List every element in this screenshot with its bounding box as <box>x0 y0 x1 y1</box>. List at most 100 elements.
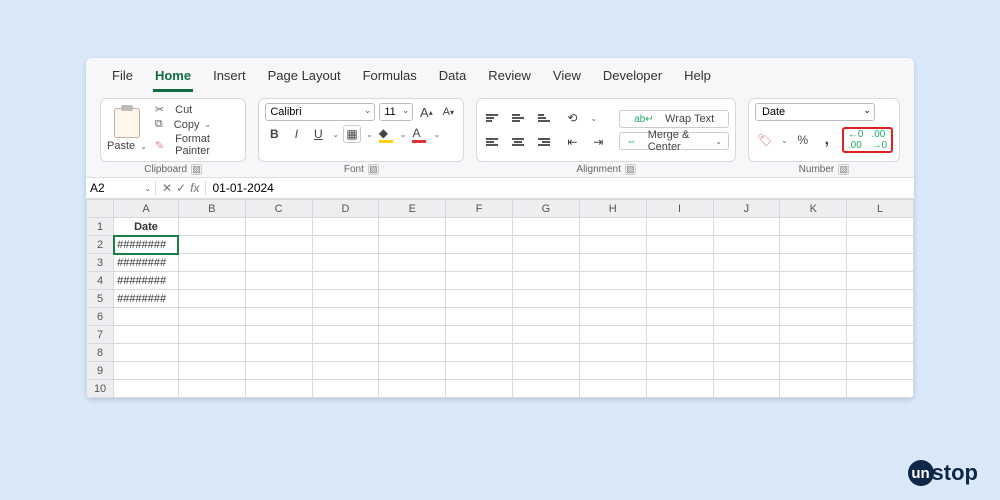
cell[interactable] <box>312 380 379 398</box>
cell[interactable] <box>245 218 312 236</box>
cell[interactable] <box>446 272 513 290</box>
cell[interactable] <box>780 218 847 236</box>
cell[interactable] <box>379 272 446 290</box>
tab-help[interactable]: Help <box>682 64 713 92</box>
col-header-F[interactable]: F <box>446 200 513 218</box>
cell[interactable] <box>713 362 780 380</box>
row-header[interactable]: 6 <box>87 308 114 326</box>
cell[interactable] <box>245 362 312 380</box>
cell[interactable] <box>312 236 379 254</box>
cell[interactable] <box>178 362 245 380</box>
cell[interactable] <box>646 380 713 398</box>
percent-icon[interactable]: % <box>794 131 812 149</box>
col-header-B[interactable]: B <box>178 200 245 218</box>
cell[interactable] <box>178 380 245 398</box>
align-middle-icon[interactable] <box>509 109 527 127</box>
cell[interactable] <box>245 326 312 344</box>
cell[interactable] <box>114 362 179 380</box>
cell[interactable] <box>646 344 713 362</box>
cell[interactable] <box>446 326 513 344</box>
cell[interactable] <box>713 218 780 236</box>
cell[interactable] <box>178 272 245 290</box>
worksheet-grid[interactable]: ABCDEFGHIJKL1Date2########3########4####… <box>86 199 914 398</box>
cell[interactable] <box>579 272 646 290</box>
align-bottom-icon[interactable] <box>535 109 553 127</box>
cell[interactable]: ######## <box>114 290 179 308</box>
fill-color-button[interactable]: ◆ <box>377 125 395 143</box>
decrease-decimal-icon[interactable]: .00→0 <box>869 131 889 149</box>
cell[interactable] <box>579 308 646 326</box>
cell[interactable] <box>446 290 513 308</box>
row-header[interactable]: 7 <box>87 326 114 344</box>
cell[interactable] <box>312 344 379 362</box>
cell[interactable] <box>713 326 780 344</box>
wrap-text-button[interactable]: ab↵ Wrap Text <box>619 110 729 128</box>
cell[interactable] <box>446 236 513 254</box>
paste-icon[interactable] <box>114 108 140 138</box>
orientation-icon[interactable]: ⟲ <box>563 109 581 127</box>
cell[interactable] <box>780 344 847 362</box>
row-header[interactable]: 2 <box>87 236 114 254</box>
cell[interactable] <box>579 290 646 308</box>
cell[interactable] <box>178 326 245 344</box>
cell[interactable] <box>379 236 446 254</box>
cell[interactable] <box>114 344 179 362</box>
cell[interactable] <box>646 362 713 380</box>
cell[interactable] <box>379 290 446 308</box>
cell[interactable] <box>114 326 179 344</box>
cell[interactable] <box>312 218 379 236</box>
cell[interactable] <box>847 236 914 254</box>
cell[interactable] <box>178 218 245 236</box>
cell[interactable] <box>312 272 379 290</box>
cell[interactable] <box>178 290 245 308</box>
row-header[interactable]: 3 <box>87 254 114 272</box>
cell[interactable] <box>780 380 847 398</box>
cell[interactable] <box>847 380 914 398</box>
select-all-corner[interactable] <box>87 200 114 218</box>
col-header-C[interactable]: C <box>245 200 312 218</box>
cell[interactable] <box>379 344 446 362</box>
borders-button[interactable]: ▦ <box>343 125 361 143</box>
alignment-launcher[interactable]: ▧ <box>625 164 636 175</box>
tab-developer[interactable]: Developer <box>601 64 664 92</box>
cell[interactable] <box>379 380 446 398</box>
cell[interactable] <box>780 362 847 380</box>
row-header[interactable]: 1 <box>87 218 114 236</box>
cell[interactable] <box>312 326 379 344</box>
align-center-icon[interactable] <box>509 133 527 151</box>
cell[interactable] <box>713 380 780 398</box>
align-top-icon[interactable] <box>483 109 501 127</box>
col-header-K[interactable]: K <box>780 200 847 218</box>
cell[interactable] <box>847 254 914 272</box>
cell[interactable] <box>312 362 379 380</box>
cell[interactable] <box>114 380 179 398</box>
col-header-L[interactable]: L <box>847 200 914 218</box>
cell[interactable] <box>713 254 780 272</box>
font-launcher[interactable]: ▧ <box>368 164 379 175</box>
cell[interactable] <box>379 218 446 236</box>
font-color-button[interactable]: A <box>410 125 428 143</box>
cell[interactable] <box>713 344 780 362</box>
cell[interactable] <box>646 218 713 236</box>
tab-home[interactable]: Home <box>153 64 193 92</box>
increase-indent-icon[interactable]: ⇥ <box>589 133 607 151</box>
cell[interactable] <box>446 218 513 236</box>
merge-center-button[interactable]: ⇔ Merge & Center⌄ <box>619 132 729 150</box>
cell[interactable] <box>646 272 713 290</box>
increase-decimal-icon[interactable]: ←0.00 <box>846 131 866 149</box>
cell[interactable] <box>847 326 914 344</box>
cell[interactable] <box>579 362 646 380</box>
cell[interactable] <box>513 326 580 344</box>
cell[interactable] <box>513 290 580 308</box>
cell[interactable] <box>780 254 847 272</box>
cell[interactable] <box>513 344 580 362</box>
cell[interactable] <box>579 380 646 398</box>
cell[interactable] <box>713 272 780 290</box>
cell[interactable] <box>579 236 646 254</box>
increase-font-icon[interactable]: A▴ <box>417 103 435 121</box>
cell[interactable]: Date <box>114 218 179 236</box>
col-header-E[interactable]: E <box>379 200 446 218</box>
cell[interactable]: ######## <box>114 236 179 254</box>
cell[interactable] <box>312 290 379 308</box>
formula-input[interactable]: 01-01-2024 <box>206 181 914 195</box>
